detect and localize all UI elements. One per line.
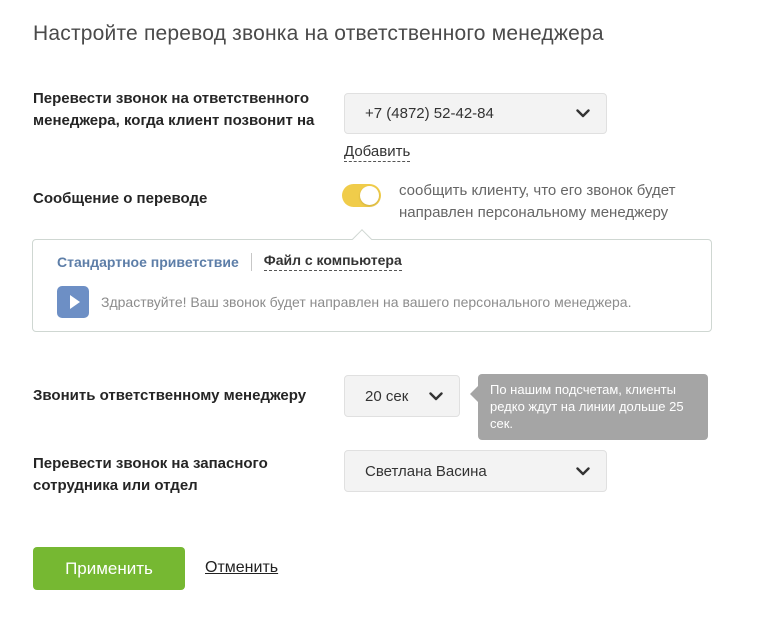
tab-divider — [251, 253, 252, 271]
greeting-tabs: Стандартное приветствие Файл с компьютер… — [57, 252, 402, 271]
page-title: Настройте перевод звонка на ответственно… — [33, 22, 604, 46]
chevron-down-icon — [576, 109, 590, 118]
ring-duration-value: 20 сек — [365, 388, 408, 405]
greeting-playback-row: Здраствуйте! Ваш звонок будет направлен … — [57, 286, 631, 318]
toggle-knob — [360, 186, 379, 205]
ring-duration-label: Звонить ответственному менеджеру — [33, 385, 306, 407]
tab-file-from-computer[interactable]: Файл с компьютера — [264, 252, 402, 271]
play-button[interactable] — [57, 286, 89, 318]
add-number-link[interactable]: Добавить — [344, 143, 410, 162]
tab-standard-greeting[interactable]: Стандартное приветствие — [57, 254, 239, 270]
play-icon — [70, 295, 80, 309]
transfer-number-select[interactable]: +7 (4872) 52-42-84 — [344, 93, 607, 134]
transfer-number-label: Перевести звонок на ответственного менед… — [33, 88, 328, 132]
panel-notch — [352, 229, 372, 249]
greeting-text: Здраствуйте! Ваш звонок будет направлен … — [101, 294, 631, 310]
transfer-message-label: Сообщение о переводе — [33, 188, 207, 210]
transfer-number-value: +7 (4872) 52-42-84 — [365, 105, 494, 122]
transfer-message-toggle[interactable] — [342, 184, 381, 207]
chevron-down-icon — [429, 392, 443, 401]
ring-duration-tooltip: По нашим подсчетам, клиенты редко ждут н… — [478, 374, 708, 440]
transfer-message-description: сообщить клиенту, что его звонок будет н… — [399, 180, 684, 224]
chevron-down-icon — [576, 467, 590, 476]
fallback-select[interactable]: Светлана Васина — [344, 450, 607, 492]
call-transfer-settings-page: Настройте перевод звонка на ответственно… — [0, 0, 758, 620]
cancel-link[interactable]: Отменить — [205, 559, 278, 577]
ring-duration-select[interactable]: 20 сек — [344, 375, 460, 417]
fallback-label: Перевести звонок на запасного сотрудника… — [33, 453, 323, 497]
apply-button[interactable]: Применить — [33, 547, 185, 590]
tooltip-arrow — [470, 386, 478, 402]
tooltip-text: По нашим подсчетам, клиенты редко ждут н… — [490, 382, 684, 431]
greeting-panel: Стандартное приветствие Файл с компьютер… — [32, 239, 712, 332]
fallback-value: Светлана Васина — [365, 463, 487, 480]
